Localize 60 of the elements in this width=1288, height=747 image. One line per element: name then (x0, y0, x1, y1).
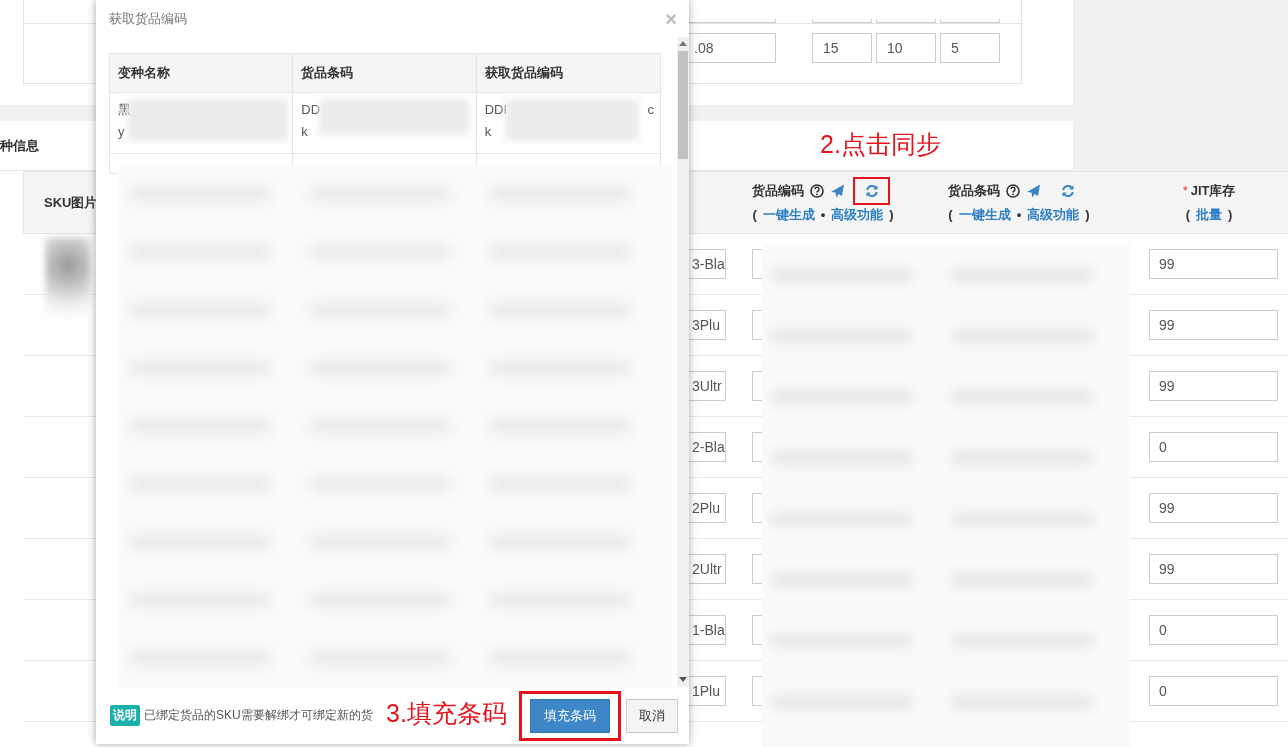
annotation-text: 2.点击同步 (820, 129, 941, 160)
separator-dot: • (1016, 207, 1022, 222)
bracket: ( (752, 207, 757, 222)
help-icon[interactable] (1006, 183, 1021, 198)
input-field[interactable]: 0 (1149, 676, 1278, 706)
note-badge: 说明 (110, 705, 140, 726)
table-cell: DD (301, 101, 321, 119)
sync-icon[interactable] (864, 183, 879, 198)
batch-link[interactable]: 批量 (1196, 205, 1223, 224)
column-header: JIT库存 (1190, 181, 1236, 200)
table-cell: c (647, 101, 654, 119)
input-field[interactable]: 0 (1149, 432, 1278, 462)
input-field[interactable]: 99 (1149, 371, 1278, 401)
bracket: ( (1185, 207, 1191, 222)
column-header: 货品条码 (948, 181, 1001, 200)
annotation-text: 3.填充条码 (386, 698, 507, 729)
input-field[interactable]: 99 (1149, 493, 1278, 523)
input-field[interactable] (940, 19, 1000, 23)
input-field[interactable] (812, 19, 872, 23)
bracket: ( (948, 207, 953, 222)
section-title: 种信息 (0, 136, 39, 155)
input-field[interactable]: 5 (940, 33, 1000, 63)
table-cell: 黑 (118, 101, 131, 119)
send-icon[interactable] (830, 183, 846, 198)
column-header: 货品条码 (301, 64, 354, 82)
column-header: SKU图片 (44, 193, 99, 212)
bracket: ) (1085, 207, 1090, 222)
fill-button[interactable]: 填充条码 (530, 698, 610, 733)
scroll-down-icon[interactable] (679, 677, 687, 683)
generate-link[interactable]: 一键生成 (958, 205, 1011, 224)
dialog-title: 获取货品编码 (109, 9, 187, 28)
bracket: ) (1228, 207, 1233, 222)
advanced-link[interactable]: 高级功能 (831, 205, 884, 224)
input-field[interactable]: 15 (812, 33, 872, 63)
scrollbar-thumb[interactable] (678, 51, 688, 159)
note-text: 已绑定货品的SKU需要解绑才可绑定新的货 (144, 707, 373, 724)
cancel-button[interactable]: 取消 (626, 698, 678, 733)
advanced-link[interactable]: 高级功能 (1027, 205, 1080, 224)
required-mark: * (1182, 183, 1188, 198)
sync-icon[interactable] (1060, 183, 1075, 198)
separator-dot: • (820, 207, 826, 222)
column-header: 变种名称 (118, 64, 170, 82)
input-field[interactable]: 99 (1149, 310, 1278, 340)
table-cell: y (118, 123, 125, 141)
input-field[interactable]: 99 (1149, 249, 1278, 279)
send-icon[interactable] (1026, 183, 1042, 198)
help-icon[interactable] (810, 183, 825, 198)
column-header: 获取货品编码 (484, 64, 563, 82)
input-field[interactable]: 10 (876, 33, 936, 63)
table-cell: k (301, 123, 308, 141)
generate-link[interactable]: 一键生成 (762, 205, 815, 224)
input-field[interactable] (876, 19, 936, 23)
column-header: 货品编码 (752, 181, 805, 200)
input-field[interactable]: 0 (1149, 615, 1278, 645)
table-cell: k (484, 123, 492, 141)
table-cell: DDI (484, 101, 508, 119)
input-field[interactable]: 99 (1149, 554, 1278, 584)
scrollbar[interactable] (677, 37, 689, 687)
bracket: ) (889, 207, 894, 222)
scroll-up-icon[interactable] (679, 41, 687, 47)
